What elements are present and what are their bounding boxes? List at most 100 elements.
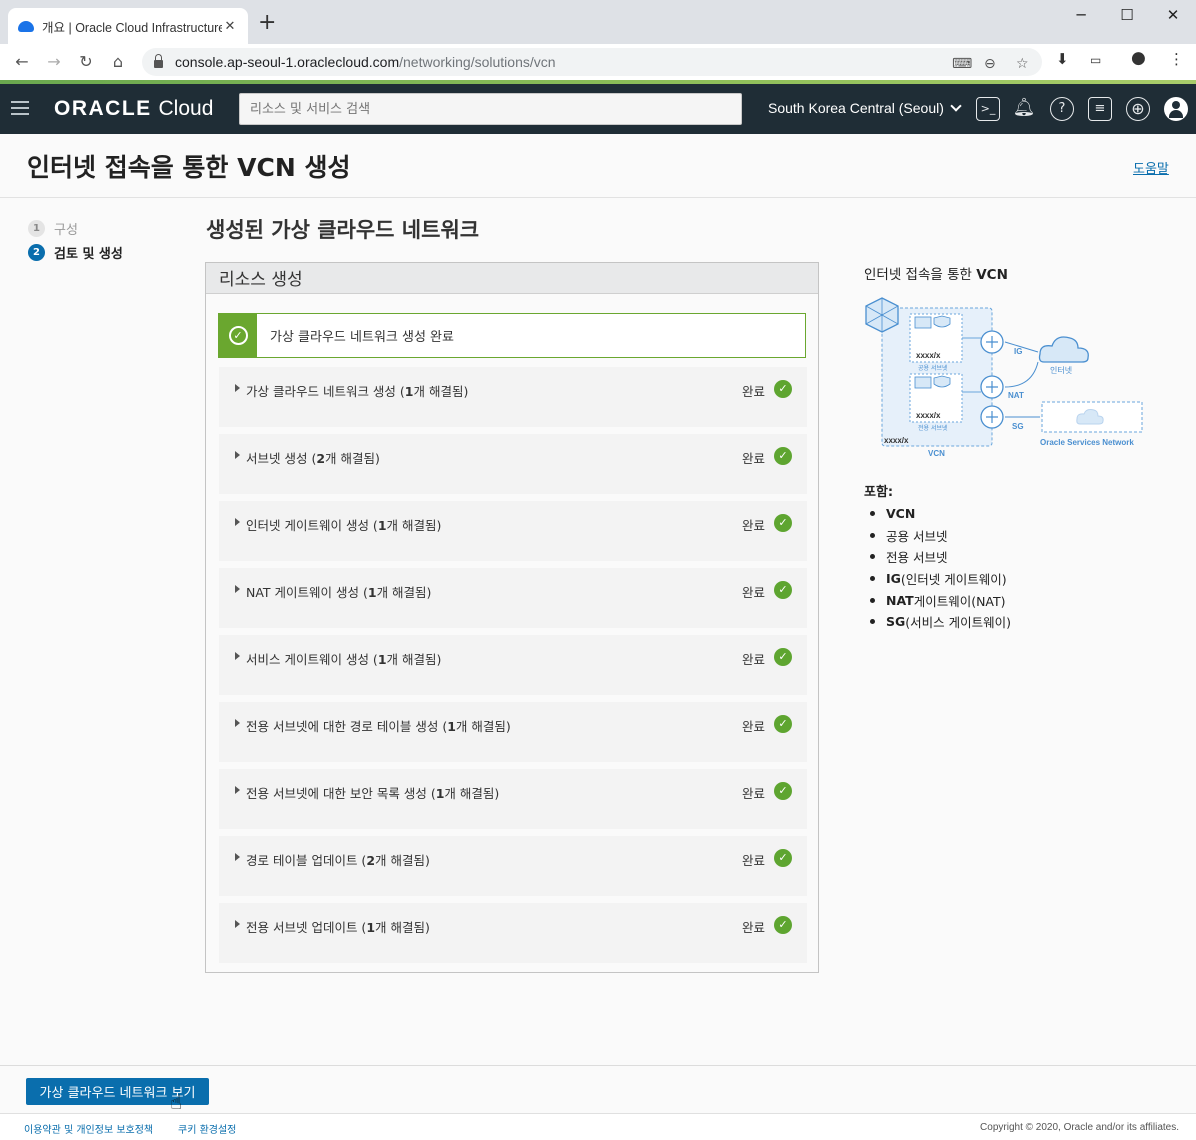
check-circle-icon: ✓	[774, 514, 792, 532]
security-list-icon	[933, 375, 951, 388]
window-close-icon[interactable]: ✕	[1150, 6, 1196, 24]
extension-icon[interactable]: ⬇	[1056, 50, 1069, 68]
nat-link	[1004, 361, 1039, 388]
reload-icon[interactable]: ↻	[76, 52, 96, 71]
expand-caret-icon[interactable]	[235, 585, 240, 593]
resource-label: NAT 게이트웨이 생성 (1개 해결됨)	[246, 585, 432, 600]
resource-row[interactable]: 인터넷 게이트웨이 생성 (1개 해결됨) 완료 ✓	[219, 501, 807, 561]
panel-title: 리소스 생성	[206, 263, 818, 294]
expand-caret-icon[interactable]	[235, 384, 240, 392]
profile-icon[interactable]	[1164, 97, 1188, 121]
step-review-create: 2 검토 및 생성	[28, 240, 123, 264]
step-configure[interactable]: 1 구성	[28, 216, 123, 240]
step-number: 1	[28, 219, 45, 237]
new-tab-button[interactable]: +	[258, 12, 276, 34]
resource-row[interactable]: 서비스 게이트웨이 생성 (1개 해결됨) 완료 ✓	[219, 635, 807, 695]
menu-dots-icon[interactable]: ⋮	[1169, 50, 1184, 68]
status-text: 완료	[742, 920, 766, 935]
status-text: 완료	[742, 652, 766, 667]
expand-caret-icon[interactable]	[235, 853, 240, 861]
internet-cloud-icon	[1038, 336, 1089, 363]
bookmark-star-icon[interactable]: ☆	[1016, 56, 1029, 72]
oracle-cloud-logo[interactable]: ORACLE Cloud	[54, 97, 213, 121]
nat-label: NAT	[1008, 391, 1024, 400]
browser-tabstrip: 개요 | Oracle Cloud Infrastructure ✕ + ─ ☐…	[0, 0, 1196, 44]
page-title: 인터넷 접속을 통한 VCN 생성	[27, 153, 351, 182]
resource-label: 전용 서브넷에 대한 경로 테이블 생성 (1개 해결됨)	[246, 719, 511, 734]
includes-item: SG (서비스 게이트웨이)	[870, 611, 1011, 633]
maximize-icon[interactable]: ☐	[1104, 6, 1150, 24]
bell-icon[interactable]: 🔔︎	[1012, 97, 1036, 121]
browser-tab[interactable]: 개요 | Oracle Cloud Infrastructure ✕	[8, 8, 248, 44]
expand-caret-icon[interactable]	[235, 652, 240, 660]
console-header: ORACLE Cloud South Korea Central (Seoul)…	[0, 84, 1196, 134]
cloud-shell-icon[interactable]: >_	[976, 97, 1000, 121]
back-icon[interactable]: ←	[12, 52, 32, 71]
resource-row[interactable]: 전용 서브넷 업데이트 (1개 해결됨) 완료 ✓	[219, 903, 807, 963]
includes-item: 전용 서브넷	[870, 546, 1011, 568]
resource-label: 가상 클라우드 네트워크 생성 (1개 해결됨)	[246, 384, 469, 399]
media-icon[interactable]: ▭	[1090, 53, 1101, 67]
resource-row[interactable]: 전용 서브넷에 대한 경로 테이블 생성 (1개 해결됨) 완료 ✓	[219, 702, 807, 762]
close-tab-icon[interactable]: ✕	[222, 19, 238, 34]
resource-row[interactable]: 가상 클라우드 네트워크 생성 (1개 해결됨) 완료 ✓	[219, 367, 807, 427]
hand-cursor-icon: ☝	[170, 1090, 183, 1114]
home-icon[interactable]: ⌂	[108, 52, 128, 71]
footer: 이용약관 및 개인정보 보호정책 쿠키 환경설정 Copyright © 202…	[0, 1113, 1196, 1140]
minimize-icon[interactable]: ─	[1058, 6, 1104, 24]
expand-caret-icon[interactable]	[235, 719, 240, 727]
url-host: console.ap-seoul-1.oraclecloud.com	[175, 54, 400, 70]
forward-icon[interactable]: →	[44, 52, 64, 71]
success-banner: ✓ 가상 클라우드 네트워크 생성 완료	[218, 313, 806, 358]
resource-label: 서브넷 생성 (2개 해결됨)	[246, 451, 380, 466]
banner-text: 가상 클라우드 네트워크 생성 완료	[270, 330, 454, 345]
help-icon[interactable]: ?	[1050, 97, 1074, 121]
resource-label: 서비스 게이트웨이 생성 (1개 해결됨)	[246, 652, 442, 667]
success-check-icon: ✓	[219, 314, 257, 357]
resource-search-input[interactable]	[239, 93, 742, 125]
status-text: 완료	[742, 384, 766, 399]
check-circle-icon: ✓	[774, 715, 792, 733]
globe-icon[interactable]: ⊕	[1126, 97, 1150, 121]
status-text: 완료	[742, 518, 766, 533]
includes-title: 포함:	[864, 485, 894, 500]
expand-caret-icon[interactable]	[235, 518, 240, 526]
translate-icon[interactable]: ⌨	[952, 56, 972, 72]
url-path: /networking/solutions/vcn	[399, 54, 556, 70]
cookie-preferences-link[interactable]: 쿠키 환경설정	[178, 1121, 236, 1136]
sg-label: SG	[1012, 422, 1024, 431]
terms-link[interactable]: 이용약관 및 개인정보 보호정책	[24, 1121, 153, 1136]
chat-icon[interactable]: ≡	[1088, 97, 1112, 121]
resource-row[interactable]: 전용 서브넷에 대한 보안 목록 생성 (1개 해결됨) 완료 ✓	[219, 769, 807, 829]
region-selector[interactable]: South Korea Central (Seoul)	[768, 100, 962, 116]
help-link[interactable]: 도움말	[1133, 158, 1169, 177]
resource-row[interactable]: 서브넷 생성 (2개 해결됨) 완료 ✓	[219, 434, 807, 494]
status-text: 완료	[742, 585, 766, 600]
section-title: 생성된 가상 클라우드 네트워크	[206, 218, 480, 242]
account-icon[interactable]: ●	[1131, 48, 1146, 68]
check-circle-icon: ✓	[774, 782, 792, 800]
resource-label: 전용 서브넷에 대한 보안 목록 생성 (1개 해결됨)	[246, 786, 500, 801]
status-text: 완료	[742, 786, 766, 801]
lock-icon	[154, 54, 163, 68]
private-subnet-cidr: xxxx/x	[916, 411, 941, 420]
resource-list: 가상 클라우드 네트워크 생성 (1개 해결됨) 완료 ✓ 서브넷 생성 (2개…	[219, 367, 807, 970]
resource-row[interactable]: 경로 테이블 업데이트 (2개 해결됨) 완료 ✓	[219, 836, 807, 896]
osn-label: Oracle Services Network	[1040, 438, 1134, 447]
includes-item: NAT 게이트웨이(NAT)	[870, 589, 1011, 611]
check-circle-icon: ✓	[774, 447, 792, 465]
status-text: 완료	[742, 451, 766, 466]
internet-label: 인터넷	[1050, 365, 1072, 375]
cloud-favicon-icon	[18, 20, 34, 32]
private-subnet-label: 전용 서브넷	[918, 424, 948, 432]
status-text: 완료	[742, 719, 766, 734]
hamburger-menu-icon[interactable]	[11, 101, 29, 115]
step-label: 구성	[54, 222, 78, 238]
resource-row[interactable]: NAT 게이트웨이 생성 (1개 해결됨) 완료 ✓	[219, 568, 807, 628]
expand-caret-icon[interactable]	[235, 451, 240, 459]
zoom-icon[interactable]: ⊖	[984, 56, 996, 72]
includes-item: VCN	[870, 503, 1011, 525]
expand-caret-icon[interactable]	[235, 920, 240, 928]
address-bar[interactable]: console.ap-seoul-1.oraclecloud.com/netwo…	[142, 48, 1042, 76]
expand-caret-icon[interactable]	[235, 786, 240, 794]
